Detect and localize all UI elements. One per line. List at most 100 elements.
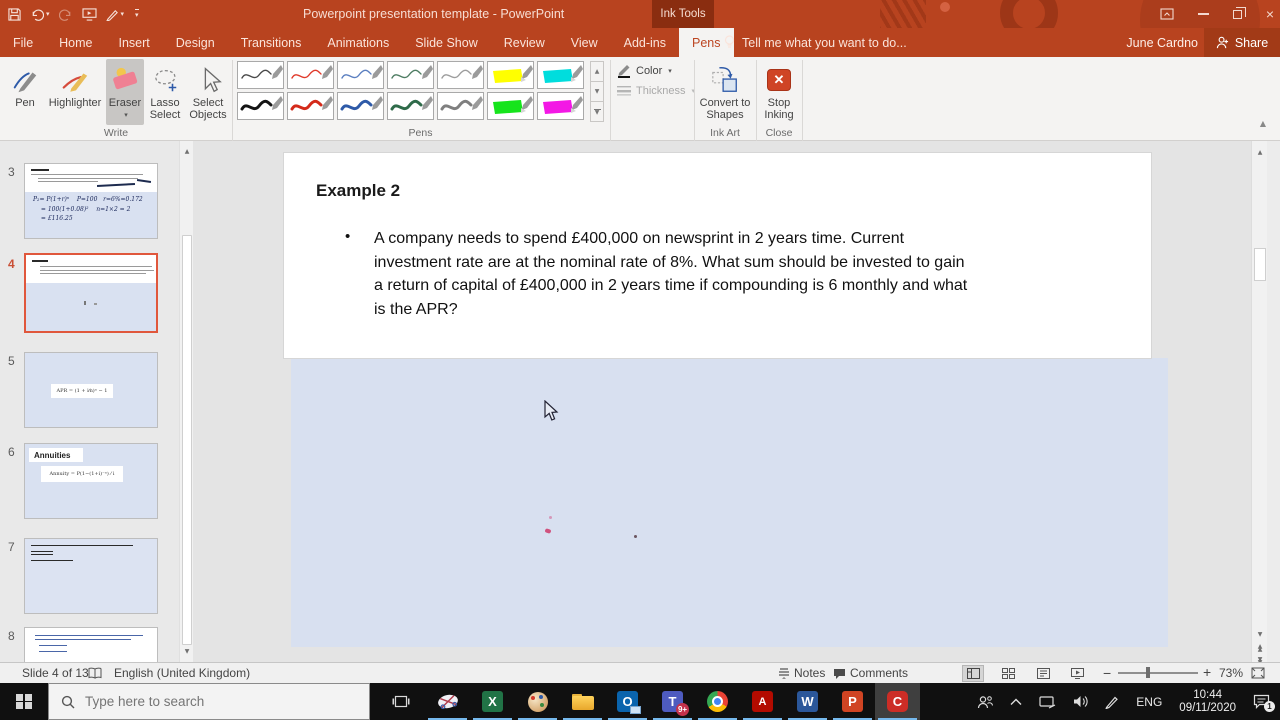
tab-review[interactable]: Review (491, 28, 558, 57)
slide-body-text[interactable]: A company needs to spend £400,000 on new… (374, 227, 1144, 321)
word-button[interactable]: W (785, 683, 830, 720)
scroll-up-icon[interactable]: ▲ (1252, 146, 1268, 159)
tab-animations[interactable]: Animations (314, 28, 402, 57)
select-objects-button[interactable]: Select Objects (186, 59, 230, 125)
snipping-tool-button[interactable] (425, 683, 470, 720)
pen-preset-red-medium[interactable] (287, 92, 334, 120)
powerpoint-button[interactable]: P (830, 683, 875, 720)
pen-preset-red-fine[interactable] (287, 61, 334, 89)
gallery-scroll-up-button[interactable]: ▲ (590, 61, 604, 82)
slide-8-thumbnail[interactable] (24, 627, 158, 662)
highlighter-tool-button[interactable]: Highlighter (44, 59, 106, 125)
stop-inking-button[interactable]: ✕ Stop Inking (758, 59, 800, 125)
zoom-in-button[interactable]: + (1203, 664, 1211, 680)
pen-preset-yellow-highlighter[interactable] (487, 61, 534, 89)
pen-preset-gray-fine[interactable] (237, 61, 284, 89)
start-from-beginning-icon[interactable] (81, 7, 97, 21)
minimize-button[interactable] (1197, 13, 1209, 15)
search-input[interactable] (85, 694, 335, 709)
close-button[interactable]: × (1266, 7, 1274, 21)
undo-button[interactable]: ▾ (30, 8, 50, 21)
gallery-more-button[interactable]: ▼ (590, 101, 604, 122)
start-button[interactable] (0, 683, 48, 720)
pen-preset-gray-medium[interactable] (437, 92, 484, 120)
slide-5-thumbnail[interactable]: APR = (1 + i⁄n)ⁿ − 1 (24, 352, 158, 428)
paint-button[interactable] (515, 683, 560, 720)
normal-view-button[interactable] (962, 665, 984, 682)
touch-inking-button[interactable]: ▾ (105, 8, 124, 21)
collapse-ribbon-button[interactable]: ▲ (1260, 119, 1266, 128)
lasso-select-button[interactable]: Lasso Select (146, 59, 184, 125)
pen-preset-silver-fine[interactable] (437, 61, 484, 89)
fit-slide-to-window-button[interactable] (1251, 667, 1265, 679)
convert-to-shapes-button[interactable]: Convert to Shapes (698, 59, 752, 125)
scroll-down-icon[interactable]: ▼ (1252, 628, 1268, 641)
gallery-scroll-down-button[interactable]: ▼ (590, 81, 604, 102)
tab-transitions[interactable]: Transitions (228, 28, 315, 57)
notifications-button[interactable]: 1 (1253, 694, 1275, 712)
pen-preset-green-medium[interactable] (387, 92, 434, 120)
slide-area-scrollbar[interactable]: ▲ ▼ ▲▲ ▼▼ (1251, 141, 1268, 665)
zoom-out-button[interactable]: − (1103, 665, 1111, 681)
slide-3-thumbnail[interactable]: P₂= P(1+r)ⁿ P=100 r=6%=0.172 = 100(1+0.0… (24, 163, 158, 239)
restore-button[interactable] (1232, 6, 1246, 19)
zoom-level[interactable]: 73% (1219, 666, 1243, 680)
pen-preset-green-fine[interactable] (387, 61, 434, 89)
tell-me-box[interactable]: Tell me what you want to do... (724, 28, 907, 57)
taskbar-search[interactable] (48, 683, 370, 720)
camtasia-button-active[interactable]: C (875, 683, 920, 720)
customize-qat-button[interactable]: ▾ (133, 9, 139, 19)
speaker-icon[interactable] (1073, 695, 1088, 708)
language-tray[interactable]: ENG (1136, 695, 1162, 709)
tab-slide-show[interactable]: Slide Show (402, 28, 491, 57)
task-view-button[interactable] (378, 683, 423, 720)
excel-button[interactable]: X (470, 683, 515, 720)
eraser-tool-button[interactable]: Eraser ▾ (106, 59, 144, 125)
acrobat-button[interactable]: A (740, 683, 785, 720)
pen-preset-cyan-highlighter[interactable] (537, 61, 584, 89)
proofing-book-icon[interactable] (88, 667, 102, 679)
outlook-button[interactable]: O (605, 683, 650, 720)
scrollbar-thumb[interactable] (1254, 248, 1266, 281)
pen-preset-magenta-highlighter[interactable] (537, 92, 584, 120)
comments-button[interactable]: Comments (850, 666, 908, 680)
windows-ink-pen-icon[interactable] (1105, 695, 1119, 709)
language-indicator[interactable]: English (United Kingdom) (114, 666, 250, 680)
slide-content-placeholder[interactable] (291, 358, 1168, 647)
previous-slide-button[interactable]: ▲ ▲ (1252, 641, 1268, 654)
slide-7-thumbnail[interactable] (24, 538, 158, 614)
slide-title[interactable]: Example 2 (316, 181, 400, 201)
clock[interactable]: 10:44 09/11/2020 (1179, 689, 1236, 715)
tab-view[interactable]: View (558, 28, 611, 57)
pen-preset-blue-fine[interactable] (337, 61, 384, 89)
pen-tool-button[interactable]: Pen (6, 59, 44, 125)
eraser-dropdown-arrow[interactable]: ▾ (124, 109, 128, 121)
zoom-slider-thumb[interactable] (1146, 667, 1150, 678)
thumbnail-scroll-up-icon[interactable]: ▲ (180, 145, 193, 158)
thumbnail-scroll-down-icon[interactable]: ▼ (180, 645, 193, 658)
people-icon[interactable] (977, 695, 994, 709)
tab-home[interactable]: Home (46, 28, 105, 57)
slide-show-button[interactable] (1066, 665, 1088, 682)
chrome-button[interactable] (695, 683, 740, 720)
slide-sorter-view-button[interactable] (997, 665, 1019, 682)
file-explorer-button[interactable] (560, 683, 605, 720)
share-button[interactable]: Share (1204, 28, 1280, 57)
pen-preset-black-medium[interactable] (237, 92, 284, 120)
ink-color-button[interactable]: Color ▾ (616, 64, 672, 78)
tab-design[interactable]: Design (163, 28, 228, 57)
slide-4-thumbnail-selected[interactable] (24, 253, 158, 333)
pen-preset-blue-medium[interactable] (337, 92, 384, 120)
pen-preset-green-highlighter[interactable] (487, 92, 534, 120)
tab-file[interactable]: File (0, 28, 46, 57)
thumbnail-scrollbar-thumb[interactable] (182, 235, 192, 645)
ribbon-display-options-button[interactable] (1160, 8, 1174, 20)
tab-add-ins[interactable]: Add-ins (611, 28, 679, 57)
tab-insert[interactable]: Insert (106, 28, 163, 57)
zoom-slider-track[interactable] (1118, 672, 1198, 674)
reading-view-button[interactable] (1032, 665, 1054, 682)
save-icon[interactable] (8, 7, 21, 21)
hidden-icons-chevron[interactable] (1010, 698, 1022, 706)
user-name[interactable]: June Cardno (1126, 28, 1198, 57)
display-icon[interactable] (1039, 695, 1056, 709)
